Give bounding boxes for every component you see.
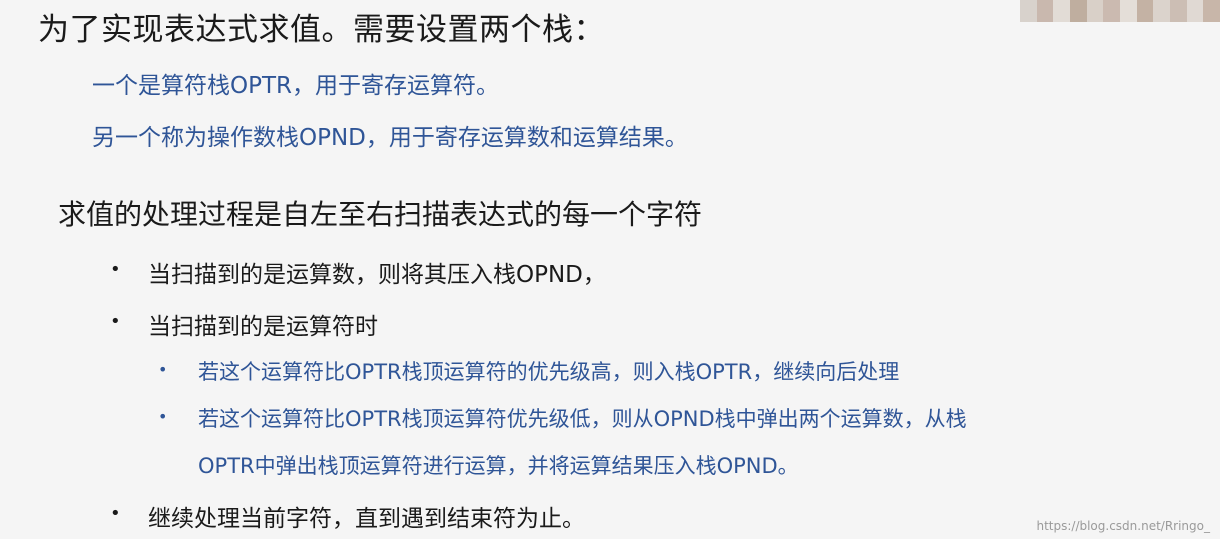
page-title: 为了实现表达式求值。需要设置两个栈：: [38, 12, 605, 48]
step-operand: 当扫描到的是运算数，则将其压入栈OPND，: [148, 262, 606, 288]
bullet-icon: •: [110, 503, 121, 524]
opnd-stack-description: 另一个称为操作数栈OPND，用于寄存运算数和运算结果。: [92, 125, 688, 151]
bullet-icon: •: [110, 311, 121, 332]
blurred-mosaic-patch: [1020, 0, 1220, 22]
step-operator: 当扫描到的是运算符时: [148, 314, 378, 340]
slide: 为了实现表达式求值。需要设置两个栈： 一个是算符栈OPTR，用于寄存运算符。 另…: [0, 0, 1220, 539]
case-lower-priority-continued: OPTR中弹出栈顶运算符进行运算，并将运算结果压入栈OPND。: [198, 454, 799, 478]
watermark: https://blog.csdn.net/Rringo_: [1036, 519, 1210, 533]
optr-stack-description: 一个是算符栈OPTR，用于寄存运算符。: [92, 73, 500, 99]
bullet-icon: •: [110, 259, 121, 280]
bullet-icon: •: [158, 407, 168, 426]
step-continue: 继续处理当前字符，直到遇到结束符为止。: [148, 506, 585, 532]
bullet-icon: •: [158, 360, 168, 379]
case-higher-priority: 若这个运算符比OPTR栈顶运算符的优先级高，则入栈OPTR，继续向后处理: [198, 360, 900, 384]
case-lower-priority: 若这个运算符比OPTR栈顶运算符优先级低，则从OPND栈中弹出两个运算数，从栈: [198, 407, 967, 431]
process-heading: 求值的处理过程是自左至右扫描表达式的每一个字符: [58, 198, 703, 231]
